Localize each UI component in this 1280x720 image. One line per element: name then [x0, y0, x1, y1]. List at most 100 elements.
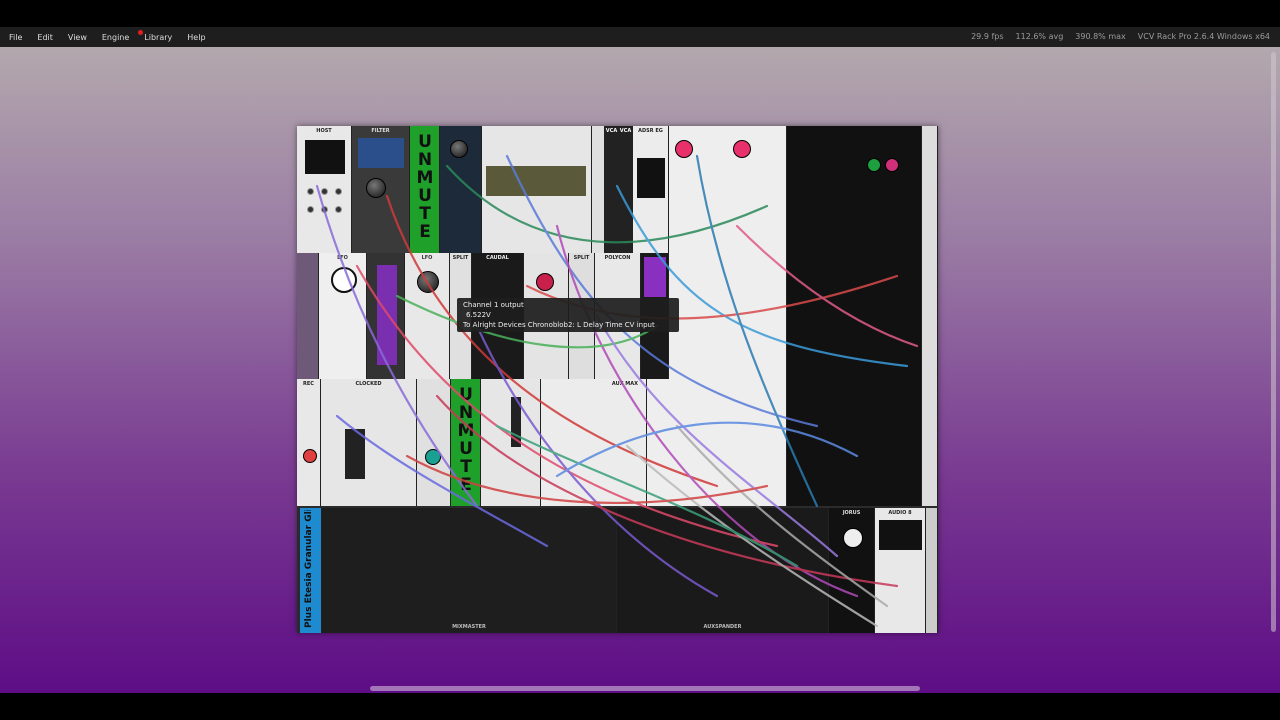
lfo-2-label: LFO	[421, 255, 433, 261]
module-dark-modules[interactable]	[787, 126, 922, 253]
unmute-bottom-label: UNMUTE	[456, 385, 476, 493]
filter-cutoff-knob[interactable]	[366, 178, 386, 198]
clocked-label: CLOCKED	[355, 381, 382, 387]
menu-library[interactable]: Library	[138, 29, 178, 42]
tooltip-voltage: 6.522V	[466, 311, 491, 319]
utility-knob[interactable]	[425, 449, 441, 465]
mixmaster-label: MIXMASTER	[452, 624, 486, 630]
sequencer-display	[486, 166, 586, 196]
module-mixmaster[interactable]: MIXMASTER	[322, 508, 617, 633]
module-lfo-1[interactable]: LFO	[319, 253, 367, 379]
menu-bar: File Edit View Engine Library Help 29.9 …	[0, 27, 1280, 47]
chaos-knob[interactable]	[536, 273, 554, 291]
module-side-panel-3	[922, 379, 938, 506]
module-dark-modules-3[interactable]	[787, 379, 922, 506]
adsr-sliders[interactable]	[637, 158, 665, 198]
module-vca-1[interactable]: VCA	[605, 126, 619, 253]
module-blank	[592, 126, 605, 253]
module-audio-8[interactable]: AUDIO 8	[875, 508, 926, 633]
module-mixer-strips-3[interactable]	[647, 379, 787, 506]
lfo-2-rate-knob[interactable]	[417, 271, 439, 293]
host-display	[305, 140, 345, 174]
module-dark-panel[interactable]	[440, 126, 482, 253]
dark-panel-knob[interactable]	[450, 140, 468, 158]
host-jack[interactable]	[321, 206, 328, 213]
caudal-label: CAUDAL	[486, 255, 509, 261]
purple-display	[644, 257, 666, 297]
strip-knob[interactable]	[733, 140, 751, 158]
jorus-knob[interactable]	[843, 528, 863, 548]
module-side-panel	[922, 126, 938, 253]
jorus-label: JORUS	[842, 510, 861, 516]
module-utility[interactable]	[417, 379, 451, 506]
host-jack[interactable]	[307, 206, 314, 213]
vca-1-label: VCA	[605, 128, 618, 134]
module-host[interactable]: HOST	[297, 126, 352, 253]
split-1-label: SPLIT	[452, 255, 469, 261]
module-clocked[interactable]: CLOCKED	[321, 379, 417, 506]
bottom-letterbox	[0, 693, 1280, 720]
menu-file[interactable]: File	[3, 33, 28, 42]
module-mixer-strips[interactable]	[669, 126, 787, 253]
module-lfo-2[interactable]: LFO	[405, 253, 450, 379]
vertical-scrollbar[interactable]	[1271, 52, 1276, 632]
module-host-label: HOST	[316, 128, 332, 134]
rec-label: REC	[303, 381, 314, 387]
adsr-label: ADSR EG	[638, 128, 663, 134]
tooltip-title: Channel 1 output	[463, 301, 524, 309]
module-side-panel-2	[922, 253, 938, 379]
module-sequencer[interactable]	[482, 126, 592, 253]
module-vca-2[interactable]: VCA	[619, 126, 633, 253]
host-jack[interactable]	[335, 206, 342, 213]
lfo-1-label: LFO	[337, 255, 348, 261]
tooltip-connection: To Alright Devices Chronoblob2: L Delay …	[463, 321, 655, 329]
green-button-icon[interactable]	[867, 158, 881, 172]
filter-display	[358, 138, 404, 168]
split-2-label: SPLIT	[573, 255, 590, 261]
module-purple-spacer	[297, 253, 319, 379]
menu-view[interactable]: View	[62, 33, 93, 42]
module-granular[interactable]: Plus Etesia Granular Glitc	[300, 508, 322, 633]
record-button-icon[interactable]	[303, 449, 317, 463]
aux-max-label: AUX MAX	[611, 381, 638, 387]
port-tooltip: Channel 1 output 6.522V To Alright Devic…	[457, 298, 679, 332]
pink-button-icon[interactable]	[885, 158, 899, 172]
host-jack[interactable]	[335, 188, 342, 195]
granular-label: Plus Etesia Granular Glitc	[304, 510, 314, 628]
module-unmute-top[interactable]: UNMUTE	[410, 126, 440, 253]
audio-8-display	[879, 520, 922, 550]
level-meter	[511, 397, 521, 447]
audio-8-label: AUDIO 8	[888, 510, 912, 516]
module-filter-label: FILTER	[371, 128, 390, 134]
module-purple-strip[interactable]	[367, 253, 405, 379]
menu-engine[interactable]: Engine	[96, 33, 135, 42]
module-aux-max[interactable]: AUX MAX	[541, 379, 647, 506]
module-auxspander[interactable]: AUXSPANDER	[617, 508, 829, 633]
module-rec[interactable]: REC	[297, 379, 321, 506]
fps-readout: 29.9 fps	[971, 32, 1004, 41]
menu-edit[interactable]: Edit	[31, 33, 59, 42]
clocked-display	[345, 429, 365, 479]
module-mixer-strips-2[interactable]	[669, 253, 787, 379]
auxspander-label: AUXSPANDER	[703, 624, 742, 630]
purple-strip-display	[377, 265, 397, 365]
host-jack[interactable]	[307, 188, 314, 195]
max-readout: 390.8% max	[1075, 32, 1126, 41]
module-adsr[interactable]: ADSR EG	[633, 126, 669, 253]
avg-readout: 112.6% avg	[1015, 32, 1064, 41]
module-unmute-bottom[interactable]: UNMUTE	[451, 379, 481, 506]
module-meter[interactable]	[481, 379, 541, 506]
module-filter[interactable]: FILTER	[352, 126, 410, 253]
menu-help[interactable]: Help	[181, 33, 211, 42]
lfo-1-rate-knob[interactable]	[331, 267, 357, 293]
notification-dot-icon	[138, 29, 144, 35]
strip-knob[interactable]	[675, 140, 693, 158]
host-jack[interactable]	[321, 188, 328, 195]
module-dark-modules-2[interactable]	[787, 253, 922, 379]
menu-library-label: Library	[144, 32, 173, 42]
module-jorus[interactable]: JORUS	[829, 508, 875, 633]
horizontal-scrollbar[interactable]	[370, 686, 920, 691]
module-rack[interactable]: HOST FILTER UNMUTE VCA VCA ADSR EG LFO L…	[297, 126, 938, 633]
vca-2-label: VCA	[619, 128, 632, 134]
unmute-top-label: UNMUTE	[415, 132, 435, 240]
